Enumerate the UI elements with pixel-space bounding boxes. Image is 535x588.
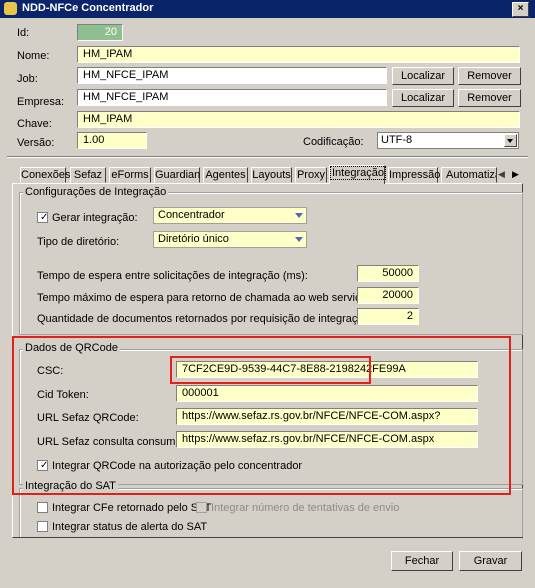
tab-conexoes[interactable]: Conexões [20,167,71,183]
job-field[interactable]: HM_NFCE_IPAM [77,67,387,84]
tempo-label: Tempo de espera entre solicitações de in… [37,270,308,282]
qtd-field[interactable]: 2 [357,308,419,325]
gerar-value: Concentrador [158,209,225,221]
gravar-button[interactable]: Gravar [459,551,522,571]
app-icon [4,2,17,15]
tab-layouts[interactable]: Layouts [251,167,292,183]
id-label: Id: [17,27,30,39]
gerar-select[interactable]: Concentrador [153,207,307,224]
chevron-down-icon [295,213,303,218]
tentativas-checkbox[interactable] [196,502,207,513]
codificacao-value: UTF-8 [381,134,413,146]
check-icon: ✓ [40,212,49,223]
nome-label: Nome: [17,50,50,62]
chave-label: Chave: [17,118,52,130]
cfe-checkbox[interactable] [37,502,48,513]
title-bar: NDD-NFCe Concentrador × [0,0,535,18]
empresa-label: Empresa: [17,96,65,108]
tab-proxy[interactable]: Proxy [295,167,327,183]
tab-scroll-left-icon[interactable]: ◀ [498,169,505,180]
chave-field[interactable]: HM_IPAM [77,111,520,128]
qtd-label: Quantidade de documentos retornados por … [37,313,373,325]
chevron-down-icon [295,237,303,242]
tab-sefaz[interactable]: Sefaz [70,167,106,183]
tab-eforms[interactable]: eForms [109,167,151,183]
tab-integracao[interactable]: Integração [329,165,386,184]
tentativas-label: Integrar número de tentativas de envio [211,502,400,514]
csc-highlight-box [170,356,371,384]
tab-automatizacao[interactable]: Automatizaç [441,167,497,183]
job-remover-button[interactable]: Remover [458,67,521,85]
tab-guardian[interactable]: Guardian [154,167,200,183]
empresa-remover-button[interactable]: Remover [458,89,521,107]
tab-scroll-right-icon[interactable]: ▶ [512,169,519,180]
tab-impressao[interactable]: Impressão [388,167,440,183]
config-legend: Configurações de Integração [23,186,169,198]
window-title: NDD-NFCe Concentrador [22,2,154,14]
versao-label: Versão: [17,137,55,149]
status-label: Integrar status de alerta do SAT [52,521,208,533]
job-localizar-button[interactable]: Localizar [392,67,454,85]
cfe-label: Integrar CFe retornado pelo SAT [52,502,212,514]
nome-field[interactable]: HM_IPAM [77,46,520,63]
tempo-field[interactable]: 50000 [357,265,419,282]
chevron-down-icon[interactable] [504,134,517,147]
fechar-button[interactable]: Fechar [391,551,453,571]
empresa-field[interactable]: HM_NFCE_IPAM [77,89,387,106]
empresa-localizar-button[interactable]: Localizar [392,89,454,107]
tipo-value: Diretório único [158,233,229,245]
id-field: 20 [77,24,123,41]
tempo-max-label: Tempo máximo de espera para retorno de c… [37,292,395,304]
divider [7,156,528,158]
codificacao-select[interactable]: UTF-8 [377,132,519,149]
codificacao-label: Codificação: [303,136,364,148]
tempo-max-field[interactable]: 20000 [357,287,419,304]
tab-integracao-label: Integração [330,166,386,180]
gerar-checkbox[interactable]: ✓ [37,212,48,223]
job-label: Job: [17,73,38,85]
versao-field[interactable]: 1.00 [77,132,147,149]
tab-agentes[interactable]: Agentes [203,167,248,183]
tipo-label: Tipo de diretório: [37,236,120,248]
close-button[interactable]: × [512,2,529,17]
status-checkbox[interactable] [37,521,48,532]
gerar-label: Gerar integração: [52,212,138,224]
tipo-select[interactable]: Diretório único [153,231,307,248]
